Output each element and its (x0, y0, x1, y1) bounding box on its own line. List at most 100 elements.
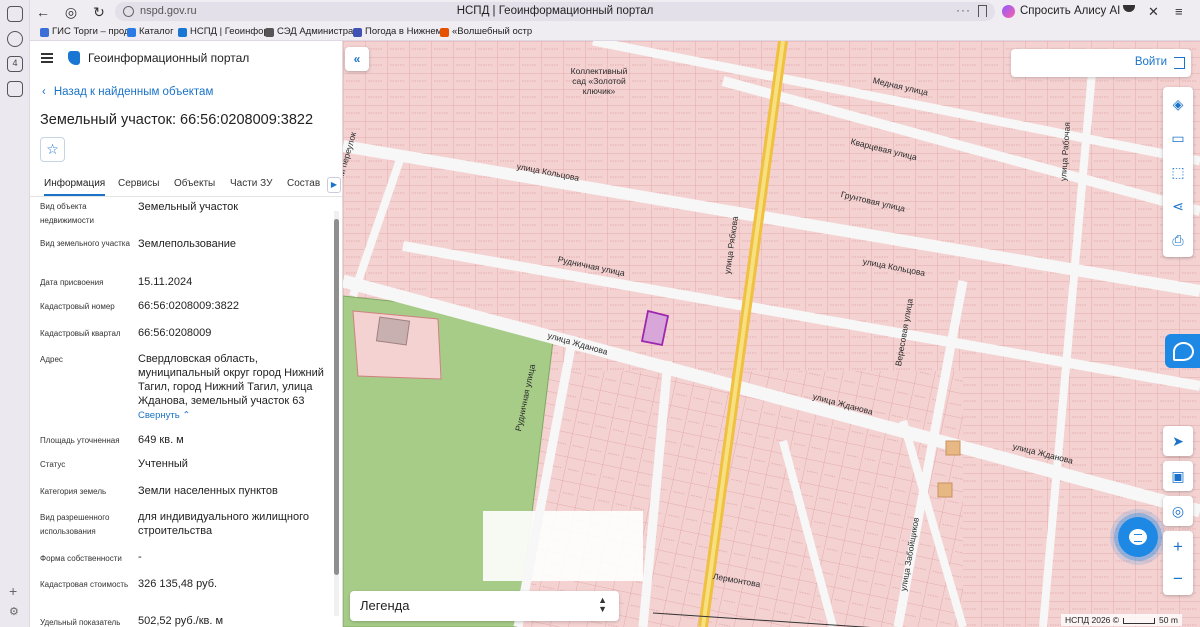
portal-title: Геоинформационный портал (88, 51, 250, 65)
chevron-left-icon: ‹ (42, 86, 46, 98)
field-label: Адрес (40, 355, 63, 364)
field-value: 326 135,48 руб. (138, 578, 218, 590)
scale-line (1123, 617, 1156, 624)
address-bar[interactable]: nspd.gov.ru НСПД | Геоинформационный пор… (115, 2, 995, 21)
menu-icon[interactable]: ≡ (1175, 4, 1183, 19)
tab-objects[interactable]: Объекты (174, 178, 215, 189)
login-button[interactable]: Войти (1011, 49, 1191, 77)
field-value: - (138, 551, 142, 563)
portal-logo-icon (68, 51, 80, 65)
bookmarks-bar: ГИС Торги – прод Каталог НСПД | Геоинфор… (30, 24, 1200, 41)
alice-label: Спросить Алису AI (1020, 5, 1121, 17)
login-label: Войти (1134, 56, 1167, 68)
extension-icon[interactable] (1123, 5, 1135, 12)
login-icon (1174, 57, 1185, 69)
share-icon[interactable]: ⋖ (1163, 189, 1193, 223)
field-value: Земли населенных пунктов (138, 485, 278, 497)
collapse-address-link[interactable]: Свернуть ⌃ (138, 409, 330, 423)
zoom-controls: + − (1163, 531, 1193, 595)
collapse-label: Свернуть (138, 410, 180, 421)
layers-icon[interactable]: ◈ (1163, 87, 1193, 121)
bookmark-item[interactable]: СЭД Администрац (265, 26, 359, 37)
shield-icon[interactable]: ◎ (62, 3, 80, 21)
compass-icon[interactable]: ◎ (1163, 496, 1193, 526)
collections-icon[interactable] (7, 81, 23, 97)
bookmark-item[interactable]: Погода в Нижнем (353, 26, 442, 37)
building (375, 316, 411, 346)
object-title: Земельный участок: 66:56:0208009:3822 (40, 112, 314, 128)
reload-icon[interactable]: ↻ (90, 3, 108, 21)
field-label: Кадастровый квартал (40, 329, 121, 338)
tab-parts[interactable]: Части ЗУ (230, 178, 272, 189)
zoom-out-button[interactable]: − (1163, 563, 1193, 595)
select-area-icon[interactable]: ⬚ (1163, 155, 1193, 189)
field-label: Статус (40, 460, 66, 469)
tab-title: НСПД | Геоинформационный портал (456, 5, 654, 17)
field-value: Свердловская область, муниципальный окру… (138, 353, 324, 407)
zoom-in-button[interactable]: + (1163, 531, 1193, 563)
video-icon[interactable] (7, 31, 23, 47)
panel-scrollbar-thumb[interactable] (334, 219, 339, 575)
field-label: Кадастровый номер (40, 302, 115, 311)
print-icon[interactable]: ⎙ (1163, 223, 1193, 257)
info-fields: Вид объекта недвижимости Земельный участ… (30, 198, 342, 627)
back-to-results-link[interactable]: ‹ Назад к найденным объектам (42, 86, 213, 98)
back-label: Назад к найденным объектам (53, 86, 214, 98)
map-view[interactable]: Медная улица Кварцевая улица улица Кольц… (343, 41, 1200, 627)
field-value: 502,52 руб./кв. м (138, 615, 224, 627)
map-scale: НСПД 2026 © 50 m (1061, 614, 1182, 626)
more-icon[interactable]: ··· (956, 3, 971, 17)
bookmark-icon[interactable] (978, 5, 987, 17)
settings-icon[interactable]: ⚙ (9, 605, 19, 618)
place-label: Коллективный сад «Золотой ключик» (570, 66, 628, 96)
counter-icon[interactable]: 4 (7, 56, 23, 72)
add-icon[interactable]: + (9, 583, 17, 599)
tab-composition[interactable]: Состав (287, 178, 320, 189)
field-label: Вид объекта недвижимости (40, 202, 94, 225)
bookmark-item[interactable]: «Волшебный остр (440, 26, 532, 37)
basemap-icon[interactable]: ▣ (1163, 461, 1193, 491)
field-label: Дата присвоения (40, 278, 104, 287)
chat-assistant-button[interactable] (1118, 517, 1158, 557)
field-value: Земельный участок (138, 201, 239, 213)
geolocation-icon[interactable]: ➤ (1163, 426, 1193, 456)
collapse-panel-button[interactable]: « (345, 47, 369, 71)
empty-area (483, 511, 643, 581)
bookmark-item[interactable]: НСПД | Геоинфор (178, 26, 269, 37)
field-label: Площадь уточненная (40, 436, 120, 445)
field-value: для индивидуального жилищного строительс… (138, 511, 310, 537)
chat-icon (1129, 529, 1147, 545)
ruler-icon[interactable]: ▭ (1163, 121, 1193, 155)
tabs-scroll-right-icon[interactable]: ▶ (327, 177, 341, 193)
building (945, 440, 961, 456)
field-value: 649 кв. м (138, 434, 184, 446)
copyright: НСПД 2026 © (1065, 615, 1120, 625)
building (937, 482, 953, 498)
tab-info[interactable]: Информация (44, 178, 106, 196)
browser-toolbar: ← ◎ ↻ nspd.gov.ru НСПД | Геоинформационн… (30, 0, 1200, 24)
legend-label: Легенда (360, 598, 410, 613)
menu-icon[interactable] (41, 53, 53, 63)
bookmark-item[interactable]: ГИС Торги – прод (40, 26, 129, 37)
bookmark-item[interactable]: Каталог (127, 26, 174, 37)
feedback-badge-icon[interactable] (1165, 334, 1200, 368)
map-tools: ◈ ▭ ⬚ ⋖ ⎙ (1163, 87, 1193, 257)
field-value: Учтенный (138, 458, 188, 470)
info-tabs: Информация Сервисы Объекты Части ЗУ Сост… (30, 173, 342, 197)
chevron-updown-icon: ▲ ▼ (598, 595, 607, 614)
field-label: Форма собственности (40, 554, 122, 563)
downloads-icon[interactable]: ✕ (1148, 4, 1159, 20)
alice-button[interactable]: Спросить Алису AI (1000, 2, 1120, 21)
field-label: Удельный показатель (40, 618, 121, 627)
field-value: 66:56:0208009:3822 (138, 300, 239, 312)
back-arrow-icon[interactable]: ← (34, 3, 52, 21)
legend-dropdown[interactable]: Легенда ▲ ▼ (350, 591, 619, 621)
tabs-icon[interactable] (7, 6, 23, 22)
field-value: 15.11.2024 (138, 276, 193, 288)
field-value: 66:56:0208009 (138, 327, 212, 339)
browser-side-rail: 4 + ⚙ (0, 0, 30, 627)
chevron-up-icon: ⌃ (182, 410, 191, 421)
parcels-layer-south (523, 371, 963, 627)
favorite-star-button[interactable]: ☆ (40, 137, 65, 162)
tab-services[interactable]: Сервисы (118, 178, 159, 189)
